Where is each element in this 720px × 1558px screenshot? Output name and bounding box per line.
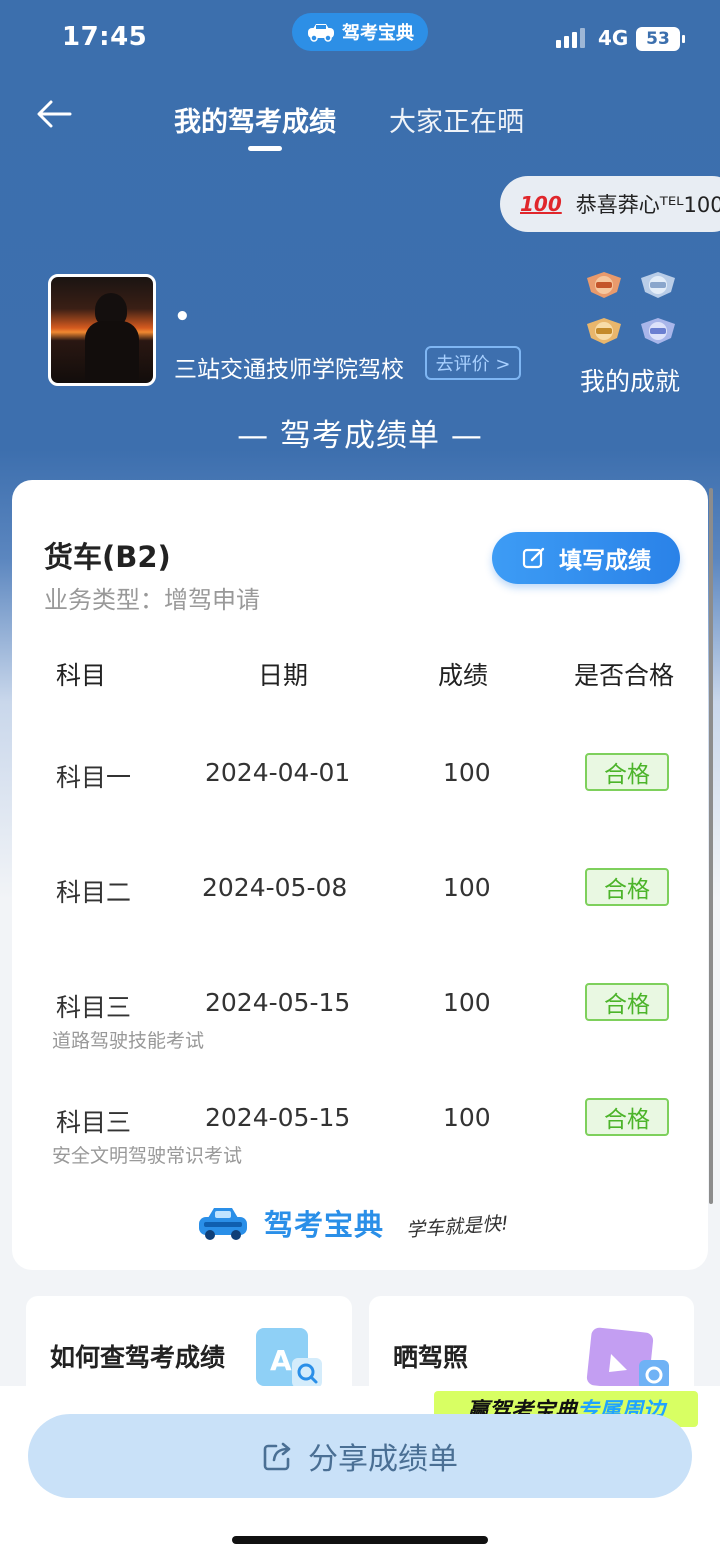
row-date: 2024-05-08 [202,873,348,902]
how-to-check-label: 如何查驾考成绩 [50,1343,226,1372]
status-bar: 17:45 驾考宝典 4G 53 [0,0,720,80]
table-row: 科目一 2024-04-01 100 合格 [0,753,720,836]
row-score: 100 [443,988,491,1017]
row-subject: 科目三 [56,993,132,1022]
brand-name: 驾考宝典 [264,1208,385,1242]
share-report-button[interactable]: 分享成绩单 [28,1414,692,1498]
fill-score-label: 填写成绩 [559,548,651,574]
car-logo-icon [199,1208,247,1240]
gold-badge-icon [587,318,621,344]
status-time: 17:45 [62,22,148,52]
tab-my-scores[interactable]: 我的驾考成绩 [174,100,336,139]
pass-badge: 合格 [585,1098,669,1136]
row-date: 2024-05-15 [205,1103,351,1132]
pass-badge: 合格 [585,868,669,906]
row-date: 2024-05-15 [205,988,351,1017]
report-title: — 驾考成绩单 — [237,418,483,454]
table-row: 科目二 2024-05-08 100 合格 [0,868,720,951]
vehicle-type: 货车(B2) [44,540,171,574]
user-name: • [174,302,191,332]
header-date: 日期 [258,661,309,690]
car-icon [308,24,334,42]
row-note: 安全文明驾驶常识考试 [52,1145,243,1167]
tab-indicator [248,146,282,151]
table-row: 科目三 2024-05-15 100 合格 道路驾驶技能考试 [0,983,720,1066]
notice-text: 恭喜莽心ᵀᴱᴸ100 [575,193,720,217]
table-row: 科目三 2024-05-15 100 合格 安全文明驾驶常识考试 [0,1098,720,1181]
brand-slogan: 学车就是快! [405,1211,510,1242]
pass-badge: 合格 [585,753,669,791]
my-achievements-label[interactable]: 我的成就 [580,362,680,398]
network-type: 4G [598,26,629,50]
back-arrow-icon[interactable] [36,98,72,130]
row-date: 2024-04-01 [205,758,351,787]
photo-icon [586,1327,669,1391]
header-score: 成绩 [438,661,489,690]
business-type: 业务类型：增驾申请 [44,586,260,614]
avatar[interactable] [48,274,156,386]
achievement-badges[interactable] [584,268,684,350]
row-note: 道路驾驶技能考试 [52,1030,205,1052]
app-name-pill: 驾考宝典 [292,13,428,51]
share-icon [263,1442,291,1471]
app-name-label: 驾考宝典 [342,23,414,44]
edit-icon [522,547,545,569]
signal-icon [556,28,585,48]
battery-icon: 53 [636,27,685,51]
header-pass: 是否合格 [574,661,675,690]
bronze-badge-icon [587,272,621,298]
scrollbar[interactable] [709,488,713,1204]
share-report-label: 分享成绩单 [308,1442,458,1477]
home-indicator[interactable] [232,1536,488,1544]
row-score: 100 [443,758,491,787]
brand-footer: 驾考宝典 学车就是快! [196,1202,509,1244]
driving-school-name: 三站交通技师学院驾校 [174,357,404,383]
header-subject: 科目 [56,661,107,690]
show-license-label: 晒驾照 [393,1343,469,1372]
fill-score-button[interactable]: 填写成绩 [492,532,680,584]
search-document-icon: A [256,1328,322,1388]
row-score: 100 [443,873,491,902]
row-subject: 科目一 [56,763,132,792]
purple-badge-icon [641,318,675,344]
tab-everyone-sharing[interactable]: 大家正在晒 [389,100,524,139]
row-subject: 科目三 [56,1108,132,1137]
row-score: 100 [443,1103,491,1132]
congrats-notice[interactable]: 100 恭喜莽心ᵀᴱᴸ100 [500,176,720,232]
row-subject: 科目二 [56,878,132,907]
hundred-points-icon: 100 [520,192,562,216]
battery-level: 53 [646,29,670,49]
review-button[interactable]: 去评价 > [425,346,521,380]
svg-text:A: A [270,1344,292,1377]
silver-badge-icon [641,272,675,298]
pass-badge: 合格 [585,983,669,1021]
